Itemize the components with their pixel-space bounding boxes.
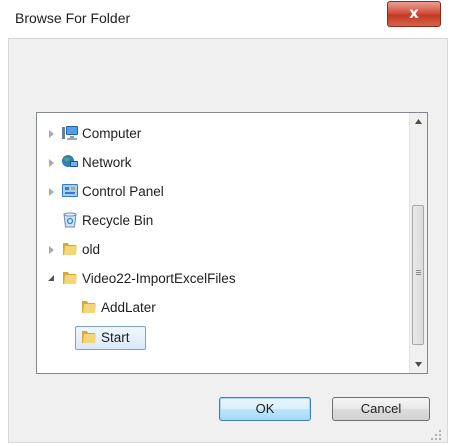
scroll-up-icon bbox=[415, 119, 422, 124]
folder-icon bbox=[82, 331, 96, 343]
tree-item-video22-importexcelfiles[interactable]: Video22-ImportExcelFiles bbox=[37, 268, 411, 290]
close-icon: x bbox=[409, 4, 419, 22]
close-button[interactable]: x bbox=[387, 1, 441, 27]
dialog-title: Browse For Folder bbox=[15, 10, 131, 26]
tree-item-recycle-bin[interactable]: Recycle Bin bbox=[37, 210, 411, 232]
tree-item-start[interactable]: Start bbox=[37, 327, 411, 349]
tree-item-label: Network bbox=[82, 155, 132, 170]
scroll-down-icon bbox=[415, 362, 422, 367]
size-grip-icon[interactable] bbox=[431, 430, 441, 440]
cancel-button[interactable]: Cancel bbox=[332, 397, 430, 421]
tree-item-label: Control Panel bbox=[82, 184, 164, 199]
tree-item-old[interactable]: old bbox=[37, 239, 411, 261]
scroll-thumb[interactable] bbox=[412, 205, 424, 345]
tree-item-label: Start bbox=[101, 330, 130, 345]
tree-item-label: Computer bbox=[82, 126, 142, 141]
grip-line bbox=[416, 272, 421, 273]
grip-line bbox=[416, 274, 421, 275]
tree-item-label: Recycle Bin bbox=[82, 213, 154, 228]
browse-for-folder-dialog: Browse For Folder x Computer Network Con… bbox=[0, 0, 455, 446]
collapse-arrow-icon[interactable] bbox=[48, 275, 55, 282]
ok-button[interactable]: OK bbox=[219, 397, 311, 421]
network-icon bbox=[62, 155, 78, 167]
tree-item-label: AddLater bbox=[101, 300, 156, 315]
title-bar[interactable]: Browse For Folder x bbox=[0, 0, 455, 38]
scroll-up-button[interactable] bbox=[410, 113, 427, 130]
computer-icon bbox=[62, 126, 78, 140]
tree-item-addlater[interactable]: AddLater bbox=[37, 297, 411, 319]
tree-item-label: Video22-ImportExcelFiles bbox=[82, 271, 236, 286]
scroll-down-button[interactable] bbox=[410, 356, 427, 373]
folder-icon bbox=[63, 272, 77, 284]
tree-item-computer[interactable]: Computer bbox=[37, 123, 411, 145]
expand-arrow-icon[interactable] bbox=[49, 159, 54, 167]
folder-icon bbox=[63, 243, 77, 255]
folder-tree[interactable]: Computer Network Control Panel Recycle B… bbox=[36, 112, 428, 374]
expand-arrow-icon[interactable] bbox=[49, 246, 54, 254]
expand-arrow-icon[interactable] bbox=[49, 130, 54, 138]
vertical-scrollbar[interactable] bbox=[409, 113, 427, 373]
tree-item-label: old bbox=[82, 242, 101, 257]
tree-item-control-panel[interactable]: Control Panel bbox=[37, 181, 411, 203]
expand-arrow-icon[interactable] bbox=[49, 188, 54, 196]
recycle-bin-icon bbox=[63, 212, 77, 228]
grip-line bbox=[416, 270, 421, 271]
control-panel-icon bbox=[62, 184, 78, 197]
tree-item-network[interactable]: Network bbox=[37, 152, 411, 174]
folder-icon bbox=[82, 301, 96, 313]
